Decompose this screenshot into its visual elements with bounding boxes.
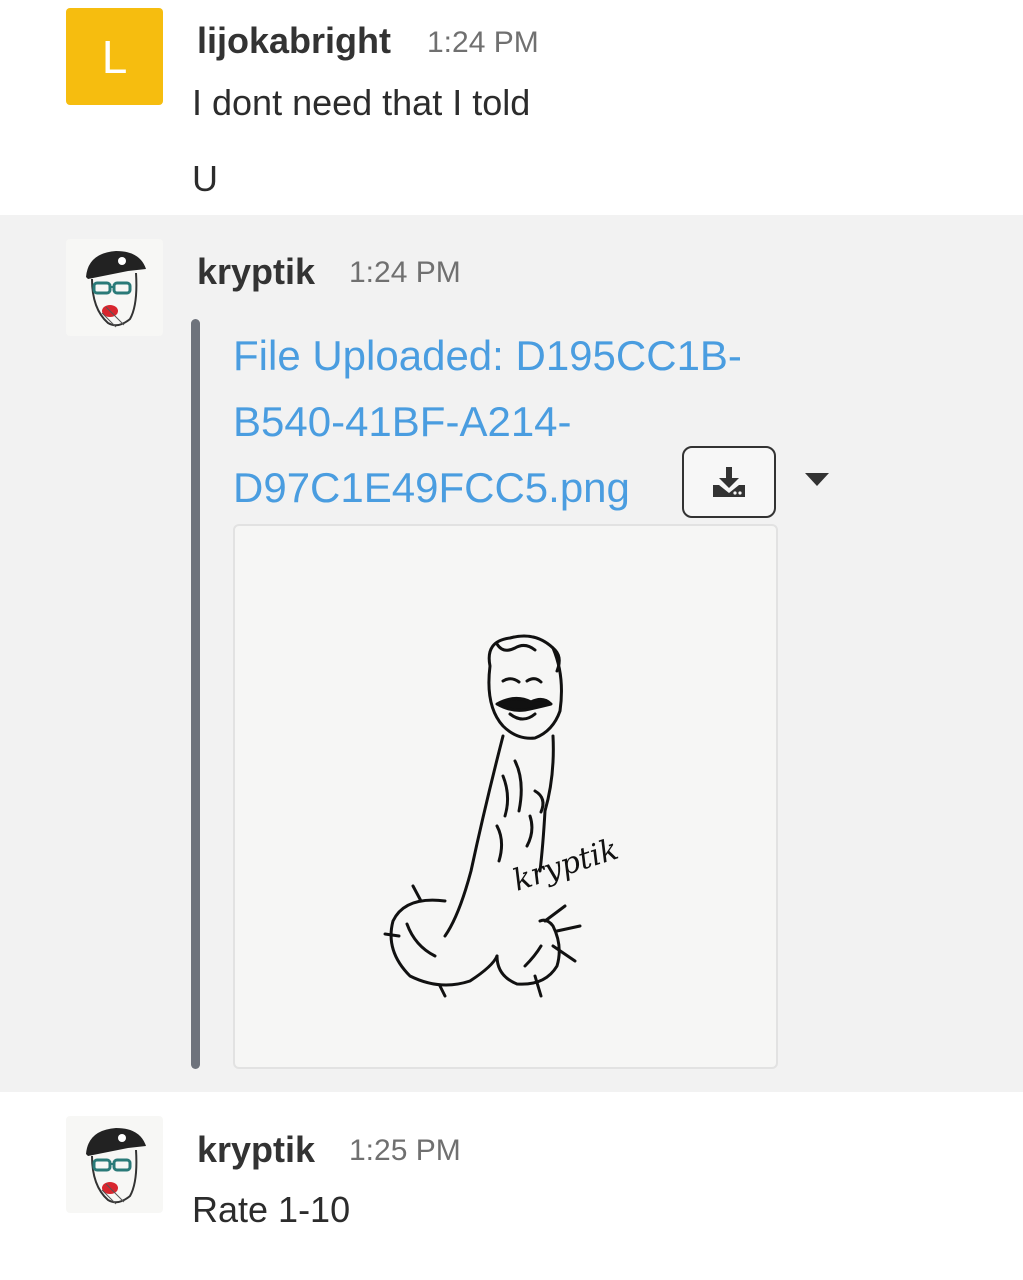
signature-text: kryptik <box>509 832 623 899</box>
caret-down-icon[interactable] <box>805 473 829 486</box>
avatar[interactable] <box>66 239 163 336</box>
avatar-letter: L <box>101 30 128 83</box>
message-text: Rate 1-10 <box>192 1189 351 1230</box>
avatar-caricature-icon <box>86 1128 146 1205</box>
avatar-caricature-icon <box>86 251 146 328</box>
timestamp[interactable]: 1:24 PM <box>427 26 539 60</box>
download-button[interactable] <box>682 446 776 518</box>
message-text: U <box>192 158 218 199</box>
timestamp[interactable]: 1:25 PM <box>349 1134 461 1168</box>
timestamp[interactable]: 1:24 PM <box>349 256 461 290</box>
download-icon <box>713 467 745 497</box>
message-lijokabright: L lijokabright 1:24 PM I dont need that … <box>0 0 1023 215</box>
avatar[interactable]: L <box>66 8 163 105</box>
sketch-image: kryptik <box>383 634 623 998</box>
message-kryptik: kryptik 1:25 PM Rate 1-10 <box>0 1092 1023 1280</box>
username[interactable]: kryptik <box>197 1129 315 1171</box>
message-kryptik-file: kryptik 1:24 PM File Uploaded: D195CC1B-… <box>0 215 1023 1092</box>
avatar[interactable] <box>66 1116 163 1213</box>
username[interactable]: kryptik <box>197 251 315 293</box>
image-preview[interactable]: kryptik <box>233 524 778 1069</box>
attachment-accent-bar <box>191 319 200 1069</box>
username[interactable]: lijokabright <box>197 20 391 62</box>
message-text: I dont need that I told <box>192 82 531 123</box>
